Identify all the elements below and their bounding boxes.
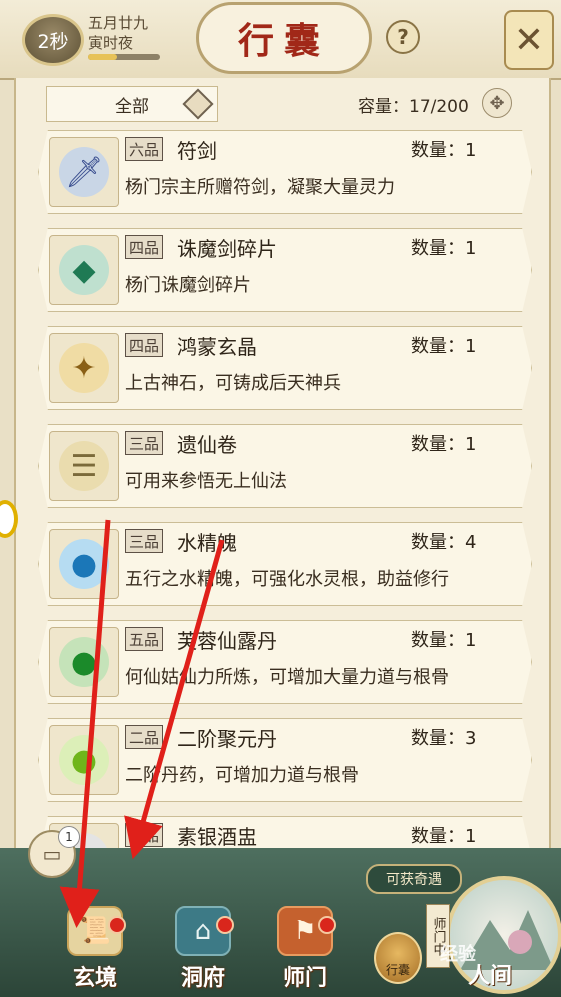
arrow-right [124, 539, 225, 860]
annotation-arrows [59, 519, 225, 928]
arrow-left [59, 519, 111, 928]
